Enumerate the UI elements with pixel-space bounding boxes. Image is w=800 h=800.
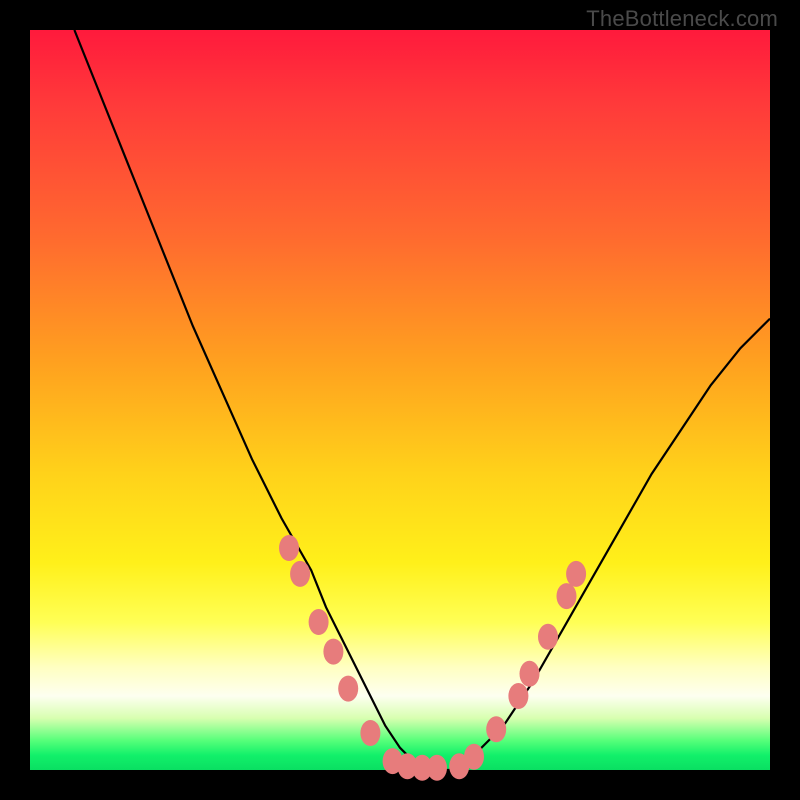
chart-frame: TheBottleneck.com [0,0,800,800]
bottleneck-curve [74,30,770,770]
curve-marker [338,676,358,702]
curve-marker [290,561,310,587]
curve-marker [557,583,577,609]
curve-markers [279,535,586,781]
curve-marker [360,720,380,746]
curve-marker [486,716,506,742]
curve-marker [538,624,558,650]
plot-area [30,30,770,770]
curve-layer [30,30,770,770]
curve-marker [520,661,540,687]
curve-marker [566,561,586,587]
curve-marker [309,609,329,635]
curve-marker [508,683,528,709]
curve-marker [279,535,299,561]
curve-marker [323,639,343,665]
curve-marker [464,744,484,770]
curve-marker [427,755,447,781]
watermark-text: TheBottleneck.com [586,6,778,32]
